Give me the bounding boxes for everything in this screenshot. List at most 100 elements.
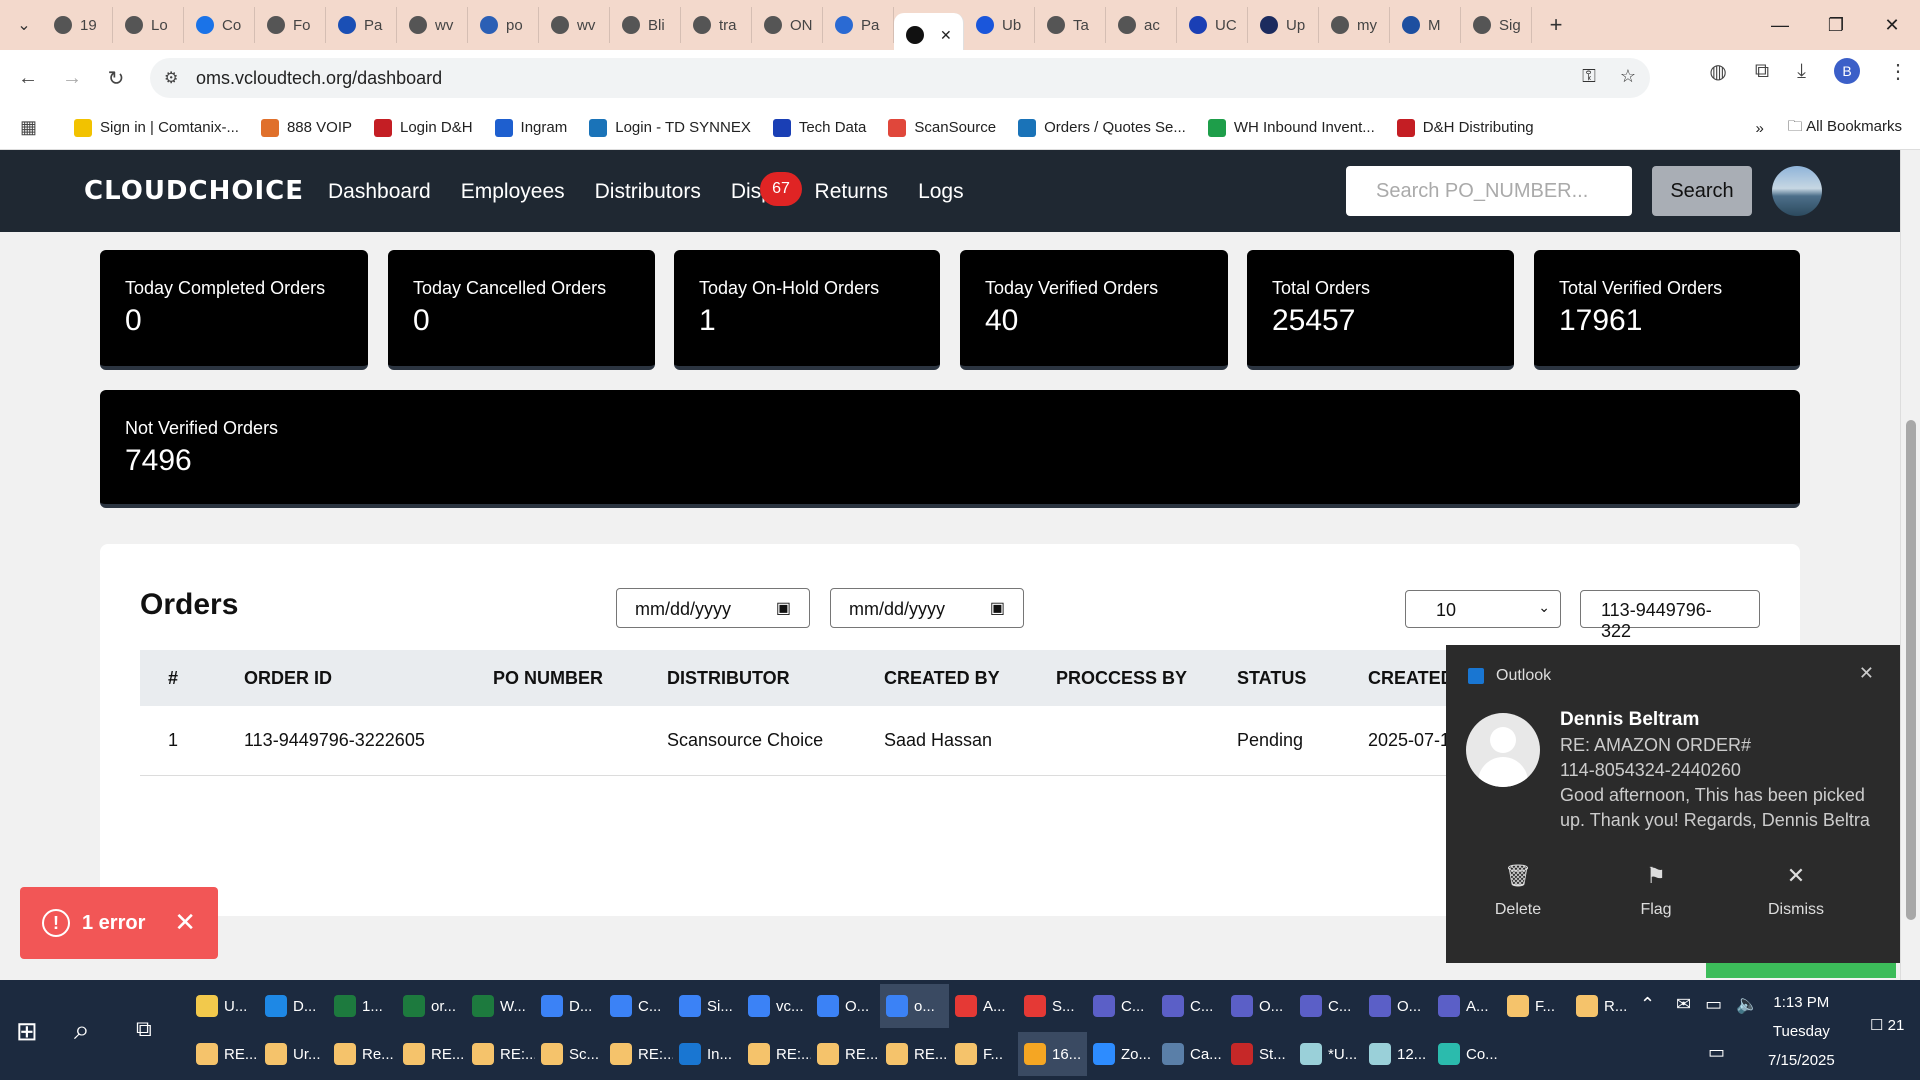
scrollbar-thumb[interactable] <box>1906 420 1916 920</box>
bookmark-item[interactable]: Login - TD SYNNEX <box>589 118 751 137</box>
download-icon[interactable]: ⤓ <box>1797 60 1806 83</box>
close-icon[interactable]: ✕ <box>174 907 196 938</box>
column-header[interactable]: CREATED <box>1368 668 1454 689</box>
nav-link-returns[interactable]: Returns <box>815 180 889 204</box>
browser-tab[interactable]: 19 <box>42 7 113 43</box>
taskbar-item[interactable]: In... <box>673 1032 742 1076</box>
taskbar-item[interactable]: S... <box>1018 984 1087 1028</box>
taskbar-item[interactable]: o... <box>880 984 949 1028</box>
more-bookmarks-button[interactable]: » <box>1755 120 1763 137</box>
taskbar-item[interactable]: C... <box>604 984 673 1028</box>
apps-grid-icon[interactable]: ▦ <box>20 117 46 138</box>
error-toast[interactable]: ! 1 error ✕ <box>20 887 218 959</box>
browser-tab[interactable]: Ta <box>1035 7 1106 43</box>
taskbar-item[interactable]: 1... <box>328 984 397 1028</box>
clock[interactable]: 1:13 PM Tuesday 7/15/2025 <box>1768 988 1835 1075</box>
close-window-button[interactable]: ✕ <box>1864 0 1920 50</box>
bookmark-item[interactable]: Orders / Quotes Se... <box>1018 118 1186 137</box>
forward-button[interactable]: → <box>50 56 94 100</box>
taskbar-item[interactable]: F... <box>949 1032 1018 1076</box>
browser-tab[interactable]: Lo <box>113 7 184 43</box>
nav-link-dashboard[interactable]: Dashboard <box>328 180 431 204</box>
battery-icon[interactable]: ▭ <box>1705 994 1722 1015</box>
taskbar-item[interactable]: Co... <box>1432 1032 1501 1076</box>
password-key-icon[interactable]: ⚿ <box>1582 66 1596 87</box>
column-header[interactable]: CREATED BY <box>884 668 1000 689</box>
po-search-input[interactable]: Search PO_NUMBER... <box>1346 166 1632 216</box>
outlook-notification[interactable]: Outlook ✕ Dennis Beltram RE: AMAZON ORDE… <box>1446 645 1900 963</box>
delete-button[interactable]: 🗑 Delete <box>1468 863 1568 919</box>
chevron-up-icon[interactable]: ⌃ <box>1640 994 1655 1015</box>
taskbar-item[interactable]: Ur... <box>259 1032 328 1076</box>
restore-button[interactable]: ❐ <box>1808 0 1864 50</box>
taskbar-item[interactable]: D... <box>259 984 328 1028</box>
column-header[interactable]: PROCCESS BY <box>1056 668 1187 689</box>
column-header[interactable]: STATUS <box>1237 668 1306 689</box>
browser-tab[interactable]: wv <box>539 7 610 43</box>
browser-tab[interactable]: Pa <box>823 7 894 43</box>
bookmark-item[interactable]: WH Inbound Invent... <box>1207 118 1375 137</box>
taskbar-item[interactable]: A... <box>949 984 1018 1028</box>
bookmark-item[interactable]: 888 VOIP <box>260 118 352 137</box>
column-header[interactable]: PO NUMBER <box>493 668 603 689</box>
taskbar-item[interactable]: Ca... <box>1156 1032 1225 1076</box>
taskbar-item[interactable]: RE... <box>190 1032 259 1076</box>
column-header[interactable]: # <box>168 668 178 689</box>
cloudchoice-logo[interactable]: CLOUDCHOICE <box>84 176 304 206</box>
browser-tab[interactable]: Sig <box>1461 7 1532 43</box>
taskbar-item[interactable]: C... <box>1087 984 1156 1028</box>
taskbar-item[interactable]: Zo... <box>1087 1032 1156 1076</box>
browser-tab[interactable]: my <box>1319 7 1390 43</box>
all-bookmarks-button[interactable]: 🗀 All Bookmarks <box>1788 116 1902 141</box>
action-center-button[interactable]: ☐ 21 <box>1870 1016 1904 1034</box>
extensions-icon[interactable]: ⧉ <box>1755 60 1769 83</box>
calendar-icon[interactable]: ▣ <box>990 598 1005 618</box>
search-icon[interactable]: ⌕ <box>74 1014 90 1047</box>
taskbar-item[interactable]: O... <box>811 984 880 1028</box>
bookmark-item[interactable]: Sign in | Comtanix-... <box>74 118 239 137</box>
bookmark-item[interactable]: D&H Distributing <box>1396 118 1534 137</box>
nav-link-distributors[interactable]: Distributors <box>595 180 701 204</box>
task-view-icon[interactable]: ⧉ <box>136 1016 152 1042</box>
nav-link-logs[interactable]: Logs <box>918 180 964 204</box>
taskbar-item[interactable]: U... <box>190 984 259 1028</box>
flag-button[interactable]: ⚑ Flag <box>1606 863 1706 919</box>
reload-button[interactable]: ↻ <box>94 56 138 100</box>
taskbar-item[interactable]: *U... <box>1294 1032 1363 1076</box>
minimize-button[interactable]: — <box>1752 0 1808 50</box>
windows-start-icon[interactable]: ⊞ <box>16 1016 38 1047</box>
browser-tab[interactable]: UC <box>1177 7 1248 43</box>
translate-icon[interactable]: ◍ <box>1709 59 1726 84</box>
browser-tab[interactable]: Bli <box>610 7 681 43</box>
tab-search-button[interactable]: ⌄ <box>6 7 42 43</box>
browser-tab[interactable]: ON <box>752 7 823 43</box>
mail-icon[interactable]: ✉ <box>1676 994 1691 1015</box>
profile-avatar[interactable]: B <box>1834 58 1860 84</box>
date-to-input[interactable]: mm/dd/yyyy ▣ <box>830 588 1024 628</box>
bookmark-item[interactable]: Tech Data <box>772 118 866 137</box>
date-from-input[interactable]: mm/dd/yyyy ▣ <box>616 588 810 628</box>
browser-tab[interactable]: Fo <box>255 7 326 43</box>
browser-tab[interactable]: Up <box>1248 7 1319 43</box>
taskbar-item[interactable]: C... <box>1294 984 1363 1028</box>
taskbar-item[interactable]: 12... <box>1363 1032 1432 1076</box>
volume-icon[interactable]: 🔈 <box>1736 994 1758 1015</box>
taskbar-item[interactable]: St... <box>1225 1032 1294 1076</box>
taskbar-item[interactable]: vc... <box>742 984 811 1028</box>
taskbar-item[interactable]: RE... <box>811 1032 880 1076</box>
user-avatar[interactable] <box>1772 166 1822 216</box>
bookmark-item[interactable]: Login D&H <box>374 118 473 137</box>
taskbar-item[interactable]: F... <box>1501 984 1570 1028</box>
taskbar-item[interactable]: Sc... <box>535 1032 604 1076</box>
taskbar-item[interactable]: Re... <box>328 1032 397 1076</box>
taskbar-item[interactable]: D... <box>535 984 604 1028</box>
back-button[interactable]: ← <box>6 56 50 100</box>
url-bar[interactable]: ⚙ oms.vcloudtech.org/dashboard ⚿ ☆ <box>150 58 1650 98</box>
taskbar-item[interactable]: 16... <box>1018 1032 1087 1076</box>
calendar-icon[interactable]: ▣ <box>776 598 791 618</box>
bookmark-star-icon[interactable]: ☆ <box>1620 66 1636 87</box>
browser-tab[interactable]: Co <box>184 7 255 43</box>
site-info-icon[interactable]: ⚙ <box>164 68 178 88</box>
taskbar-item[interactable]: RE:... <box>604 1032 673 1076</box>
order-filter-input[interactable]: 113-9449796-322 <box>1580 590 1760 641</box>
